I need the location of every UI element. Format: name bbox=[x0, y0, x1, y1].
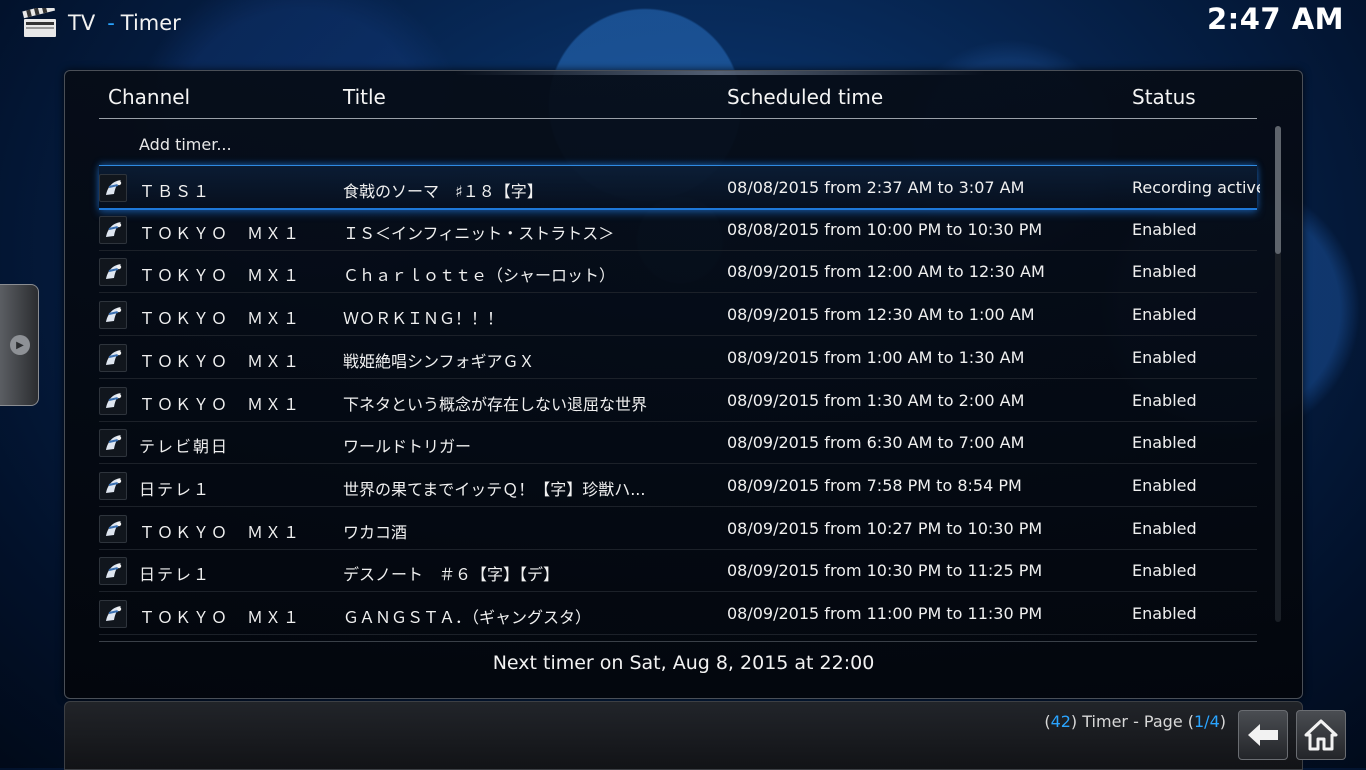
timer-channel: ＴＯＫＹＯ ＭＸ１ bbox=[139, 522, 302, 542]
timer-title: ワカコ酒 bbox=[343, 522, 408, 542]
timer-status: Enabled bbox=[1132, 433, 1197, 453]
add-timer-item[interactable]: Add timer... bbox=[99, 123, 1257, 165]
timer-row[interactable]: テレビ朝日 ワールドトリガー 08/09/2015 from 6:30 AM to … bbox=[99, 421, 1257, 465]
window-title: TV - Timer bbox=[22, 6, 181, 40]
timer-scheduled-time: 08/09/2015 from 12:00 AM to 12:30 AM bbox=[727, 262, 1045, 282]
timer-row[interactable]: ＴＯＫＹＯ ＭＸ１ 下ネタという概念が存在しない退屈な世界 08/09/2015 f… bbox=[99, 379, 1257, 422]
timer-title: 戦姫絶唱シンフォギアＧＸ bbox=[343, 351, 535, 371]
list-header: Channel Title Scheduled time Status bbox=[65, 85, 1302, 119]
timer-row[interactable]: 日テレ１ 世界の果てまでイッテＱ！【字】珍獣ハ... 08/09/2015 from… bbox=[99, 464, 1257, 507]
timer-channel: ＴＢＳ１ bbox=[139, 182, 212, 201]
timer-scheduled-time: 08/09/2015 from 12:30 AM to 1:00 AM bbox=[727, 305, 1035, 325]
page-number: 1/4 bbox=[1194, 712, 1220, 731]
timer-scheduled-time: 08/09/2015 from 10:27 PM to 10:30 PM bbox=[727, 518, 1043, 538]
header-divider bbox=[99, 118, 1257, 119]
timer-channel: 日テレ１ bbox=[139, 565, 212, 585]
timer-row[interactable]: ＴＯＫＹＯ ＭＸ１ 戦姫絶唱シンフォギアＧＸ 08/09/2015 from 1:0… bbox=[99, 336, 1257, 379]
channel-logo-icon bbox=[99, 386, 127, 415]
timer-status: Enabled bbox=[1132, 347, 1197, 367]
timer-title: 下ネタという概念が存在しない退屈な世界 bbox=[343, 394, 648, 414]
next-timer-info: Next timer on Sat, Aug 8, 2015 at 22:00 bbox=[492, 652, 875, 674]
timer-status: Enabled bbox=[1132, 390, 1197, 410]
timer-status: Enabled bbox=[1132, 305, 1197, 325]
scrollbar[interactable] bbox=[1275, 126, 1281, 622]
title-separator: - bbox=[107, 11, 115, 35]
panel-highlight bbox=[455, 71, 985, 75]
page-title: Timer bbox=[120, 11, 181, 35]
section-title: TV bbox=[68, 11, 96, 35]
column-header-channel: Channel bbox=[108, 85, 191, 109]
timer-status: Enabled bbox=[1132, 219, 1197, 239]
back-arrow-icon bbox=[1248, 724, 1278, 746]
timer-list: Add timer... ＴＢＳ１ 食戟のソーマ ♯１８【字】 08/08/2015… bbox=[65, 123, 1302, 643]
timer-status: Enabled bbox=[1132, 604, 1197, 623]
timer-row[interactable]: ＴＯＫＹＯ ＭＸ１ ＧＡＮＧＳＴＡ．（ギャングスタ） 08/09/2015 from… bbox=[99, 592, 1257, 635]
timer-title: ＷＯＲＫＩＮＧ！！！ bbox=[343, 309, 504, 329]
channel-logo-icon bbox=[99, 301, 127, 330]
timer-channel: ＴＯＫＹＯ ＭＸ１ bbox=[139, 351, 302, 371]
timer-channel: ＴＯＫＹＯ ＭＸ１ bbox=[139, 309, 302, 329]
timer-scheduled-time: 08/09/2015 from 1:00 AM to 1:30 AM bbox=[727, 347, 1025, 367]
timer-title: デスノート ＃６【字】【デ】 bbox=[343, 565, 560, 585]
clapperboard-icon bbox=[22, 8, 56, 37]
timer-channel: ＴＯＫＹＯ ＭＸ１ bbox=[139, 223, 302, 243]
timer-row[interactable]: ＴＯＫＹＯ ＭＸ１ Ｃｈａｒｌｏｔｔｅ（シャーロット） 08/09/2015 fro… bbox=[99, 250, 1257, 294]
home-icon bbox=[1304, 719, 1338, 751]
timer-scheduled-time: 08/09/2015 from 1:30 AM to 2:00 AM bbox=[727, 390, 1025, 410]
timer-scheduled-time: 08/08/2015 from 10:00 PM to 10:30 PM bbox=[727, 219, 1043, 239]
home-button[interactable] bbox=[1296, 710, 1346, 760]
timer-scheduled-time: 08/09/2015 from 11:00 PM to 11:30 PM bbox=[727, 604, 1043, 623]
timer-title: 食戟のソーマ ♯１８【字】 bbox=[343, 182, 543, 201]
timer-scheduled-time: 08/08/2015 from 2:37 AM to 3:07 AM bbox=[727, 178, 1025, 197]
timer-title: Ｃｈａｒｌｏｔｔｅ（シャーロット） bbox=[343, 266, 616, 286]
timer-list-panel: Channel Title Scheduled time Status Add … bbox=[64, 70, 1303, 699]
timer-row[interactable]: ＴＯＫＹＯ ＭＸ１ ＩＳ＜インフィニット・ストラトス＞ 08/08/2015 fro… bbox=[99, 208, 1257, 251]
timer-channel: 日テレ１ bbox=[139, 479, 212, 499]
timer-title: ＩＳ＜インフィニット・ストラトス＞ bbox=[343, 223, 615, 243]
timer-scheduled-time: 08/09/2015 from 10:30 PM to 11:25 PM bbox=[727, 561, 1043, 581]
timer-scheduled-time: 08/09/2015 from 7:58 PM to 8:54 PM bbox=[727, 475, 1022, 495]
channel-logo-icon bbox=[99, 429, 127, 458]
timer-row[interactable]: 日テレ１ デスノート ＃６【字】【デ】 08/09/2015 from 10:30 … bbox=[99, 549, 1257, 593]
footer-divider bbox=[99, 641, 1257, 642]
column-header-status: Status bbox=[1132, 85, 1196, 109]
timer-title: ワールドトリガー bbox=[343, 437, 472, 457]
page-label: Timer - Page bbox=[1082, 712, 1183, 731]
back-button[interactable] bbox=[1238, 710, 1288, 760]
channel-logo-icon bbox=[99, 343, 127, 372]
page-info: (42) Timer - Page (1/4) bbox=[1044, 712, 1226, 731]
channel-logo-icon bbox=[99, 600, 127, 628]
add-timer-label: Add timer... bbox=[139, 135, 232, 154]
timer-channel: ＴＯＫＹＯ ＭＸ１ bbox=[139, 266, 302, 286]
channel-logo-icon bbox=[99, 215, 127, 244]
timer-title: ＧＡＮＧＳＴＡ．（ギャングスタ） bbox=[343, 608, 592, 627]
clock: 2:47 AM bbox=[1206, 2, 1344, 36]
scrollbar-thumb[interactable] bbox=[1275, 126, 1281, 254]
timer-channel: ＴＯＫＹＯ ＭＸ１ bbox=[139, 608, 302, 627]
timer-title: 世界の果てまでイッテＱ！【字】珍獣ハ... bbox=[343, 479, 646, 499]
timer-row[interactable]: ＴＯＫＹＯ ＭＸ１ ＷＯＲＫＩＮＧ！！！ 08/09/2015 from 12:30… bbox=[99, 293, 1257, 337]
side-menu-tab[interactable]: ▶ bbox=[0, 284, 39, 406]
timer-scheduled-time: 08/09/2015 from 6:30 AM to 7:00 AM bbox=[727, 433, 1025, 453]
channel-logo-icon bbox=[99, 557, 127, 586]
timer-row[interactable]: ＴＯＫＹＯ ＭＸ１ ワカコ酒 08/09/2015 from 10:27 PM to… bbox=[99, 507, 1257, 550]
timer-status: Enabled bbox=[1132, 518, 1197, 538]
timer-status: Enabled bbox=[1132, 475, 1197, 495]
channel-logo-icon bbox=[99, 174, 127, 202]
timer-status: Recording active bbox=[1132, 178, 1260, 197]
timer-channel: ＴＯＫＹＯ ＭＸ１ bbox=[139, 394, 302, 414]
channel-logo-icon bbox=[99, 258, 127, 287]
channel-logo-icon bbox=[99, 514, 127, 543]
timer-row[interactable]: ＴＢＳ１ 食戟のソーマ ♯１８【字】 08/08/2015 from 2:37 AM… bbox=[99, 165, 1260, 210]
chevron-right-icon: ▶ bbox=[10, 335, 30, 355]
timer-count: 42 bbox=[1050, 712, 1071, 731]
channel-logo-icon bbox=[99, 471, 127, 500]
timer-status: Enabled bbox=[1132, 262, 1197, 282]
column-header-title: Title bbox=[343, 85, 386, 109]
timer-status: Enabled bbox=[1132, 561, 1197, 581]
timer-channel: テレビ朝日 bbox=[139, 437, 230, 457]
column-header-scheduled: Scheduled time bbox=[727, 85, 884, 109]
